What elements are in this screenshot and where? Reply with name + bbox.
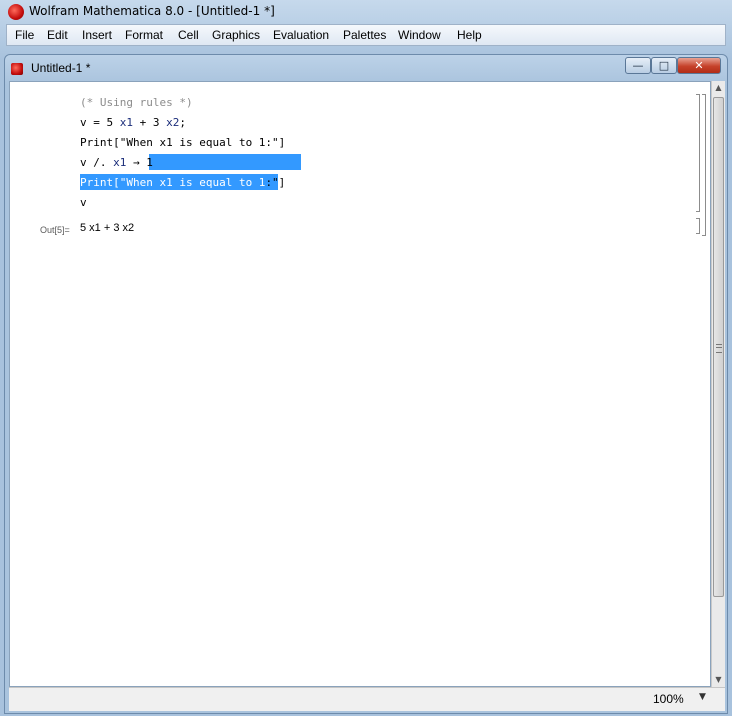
menu-palettes[interactable]: Palettes	[343, 28, 386, 42]
code-token: x2	[166, 116, 180, 129]
vertical-scrollbar[interactable]: ▲ ▼	[711, 81, 725, 687]
code-token: x1	[119, 116, 133, 129]
grip-icon	[716, 344, 722, 353]
output-cell-bracket[interactable]	[696, 218, 700, 234]
title-bar[interactable]: Wolfram Mathematica 8.0 - [Untitled-1 *]	[0, 0, 732, 24]
output-expression[interactable]: 5 x1 + 3 x2	[80, 222, 134, 234]
menu-file[interactable]: File	[15, 28, 34, 42]
group-cell-bracket[interactable]	[702, 94, 706, 236]
status-bar: 100% ▼	[9, 687, 725, 711]
menu-window[interactable]: Window	[398, 28, 441, 42]
input-line-assign[interactable]: v = 5 x1 + 3 x2;	[80, 116, 186, 130]
code-token: + 3	[133, 116, 167, 129]
window-title: Wolfram Mathematica 8.0 - [Untitled-1 *]	[29, 4, 275, 18]
code-token: → 1	[126, 156, 153, 169]
input-line-comment[interactable]: (* Using rules *)	[80, 96, 193, 110]
input-line-print-selected[interactable]: Print["When x1 is equal to 1:"]	[80, 176, 285, 190]
menu-format[interactable]: Format	[125, 28, 163, 42]
maximize-icon: □	[658, 59, 670, 72]
menu-bar: File Edit Insert Format Cell Graphics Ev…	[6, 24, 726, 46]
close-icon: ✕	[694, 59, 704, 72]
code-token: v /.	[80, 156, 114, 169]
menu-cell[interactable]: Cell	[178, 28, 199, 42]
menu-graphics[interactable]: Graphics	[212, 28, 260, 42]
app-window: Wolfram Mathematica 8.0 - [Untitled-1 *]…	[0, 0, 732, 716]
minimize-icon: —	[632, 59, 644, 72]
mathematica-icon	[11, 63, 23, 75]
code-token: :"]	[265, 176, 286, 189]
scroll-thumb[interactable]	[713, 97, 724, 597]
code-token: v = 5	[80, 116, 120, 129]
close-button[interactable]: ✕	[677, 57, 721, 74]
menu-help[interactable]: Help	[457, 28, 482, 42]
scroll-down-icon[interactable]: ▼	[712, 673, 725, 687]
input-cell-bracket[interactable]	[696, 94, 700, 212]
menu-evaluation[interactable]: Evaluation	[273, 28, 329, 42]
menu-insert[interactable]: Insert	[82, 28, 112, 42]
code-token: ;	[179, 116, 186, 129]
zoom-level[interactable]: 100%	[653, 692, 684, 706]
text-selection	[149, 154, 301, 170]
notebook-window: Untitled-1 * — □ ✕ (* Using rules *) v =…	[4, 54, 728, 714]
notebook-content[interactable]: (* Using rules *) v = 5 x1 + 3 x2; Print…	[9, 81, 711, 687]
scroll-up-icon[interactable]: ▲	[712, 81, 725, 95]
code-token: x1	[113, 156, 127, 169]
output-label: Out[5]=	[40, 225, 70, 235]
maximize-button[interactable]: □	[651, 57, 677, 74]
notebook-title: Untitled-1 *	[31, 61, 91, 75]
selected-text: Print["When x1 is equal to 1	[80, 176, 266, 189]
input-line-v[interactable]: v	[80, 196, 87, 210]
mathematica-icon	[8, 4, 24, 20]
input-line-replace[interactable]: v /. x1 → 1	[80, 156, 153, 170]
menu-edit[interactable]: Edit	[47, 28, 68, 42]
minimize-button[interactable]: —	[625, 57, 651, 74]
input-line-print[interactable]: Print["When x1 is equal to 1:"]	[80, 136, 285, 150]
chevron-down-icon[interactable]: ▼	[699, 692, 706, 702]
